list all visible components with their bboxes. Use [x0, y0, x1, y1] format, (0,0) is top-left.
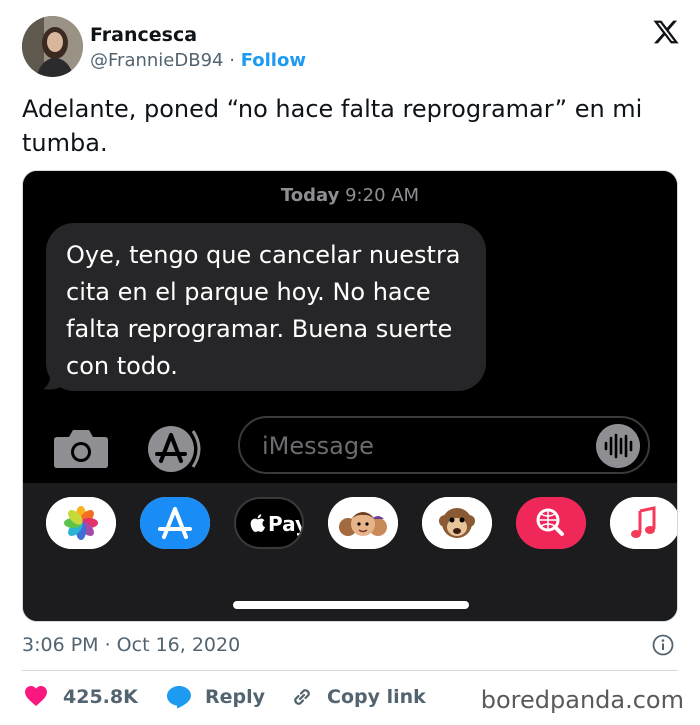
heart-icon	[25, 686, 47, 706]
apple-pay-icon[interactable]: Pay	[234, 497, 304, 549]
timestamp-day: Today	[280, 185, 340, 206]
author-handle[interactable]: @FrannieDB94	[90, 50, 223, 71]
apple-pay-label: Pay	[268, 512, 302, 536]
avatar[interactable]	[22, 16, 83, 77]
message-bubble: Oye, tengo que cancelar nuestra cita en …	[46, 223, 486, 391]
music-icon[interactable]	[610, 497, 677, 549]
handle-line: @FrannieDB94 · Follow	[90, 50, 306, 71]
app-drawer: Pay	[23, 483, 677, 621]
search-web-icon[interactable]	[516, 497, 586, 549]
apps-button-icon[interactable]	[145, 425, 209, 473]
message-area: Today 9:20 AM Oye, tengo que cancelar nu…	[23, 171, 677, 483]
author-name[interactable]: Francesca	[90, 24, 197, 46]
follow-button[interactable]: Follow	[241, 50, 306, 71]
x-logo-icon[interactable]	[652, 18, 680, 46]
watermark: boredpanda.com	[480, 686, 684, 714]
compose-bar: iMessage	[23, 411, 677, 483]
like-count: 425.8K	[63, 686, 138, 708]
home-indicator	[233, 601, 469, 609]
camera-icon[interactable]	[53, 427, 109, 469]
audio-waveform-icon[interactable]	[596, 424, 640, 468]
tweet-timestamp[interactable]: 3:06 PM · Oct 16, 2020	[22, 634, 240, 656]
info-icon[interactable]	[652, 634, 674, 656]
embedded-screenshot[interactable]: Today 9:20 AM Oye, tengo que cancelar nu…	[22, 170, 678, 622]
link-icon	[294, 689, 310, 705]
reply-label: Reply	[205, 686, 266, 708]
timestamp-time: 9:20 AM	[345, 185, 420, 206]
tweet-header: Francesca @FrannieDB94 · Follow	[22, 16, 682, 78]
tweet-text: Adelante, poned “no hace falta reprogram…	[22, 95, 643, 157]
copy-link-label: Copy link	[327, 686, 426, 708]
message-timestamp: Today 9:20 AM	[23, 185, 677, 206]
reply-icon	[167, 686, 191, 709]
app-store-icon[interactable]	[140, 497, 210, 549]
separator: ·	[229, 50, 235, 71]
divider	[22, 670, 678, 671]
memoji-icon[interactable]	[328, 497, 398, 549]
animoji-monkey-icon[interactable]	[422, 497, 492, 549]
imessage-input[interactable]: iMessage	[238, 416, 650, 474]
imessage-placeholder: iMessage	[262, 432, 374, 460]
photos-icon[interactable]	[46, 497, 116, 549]
